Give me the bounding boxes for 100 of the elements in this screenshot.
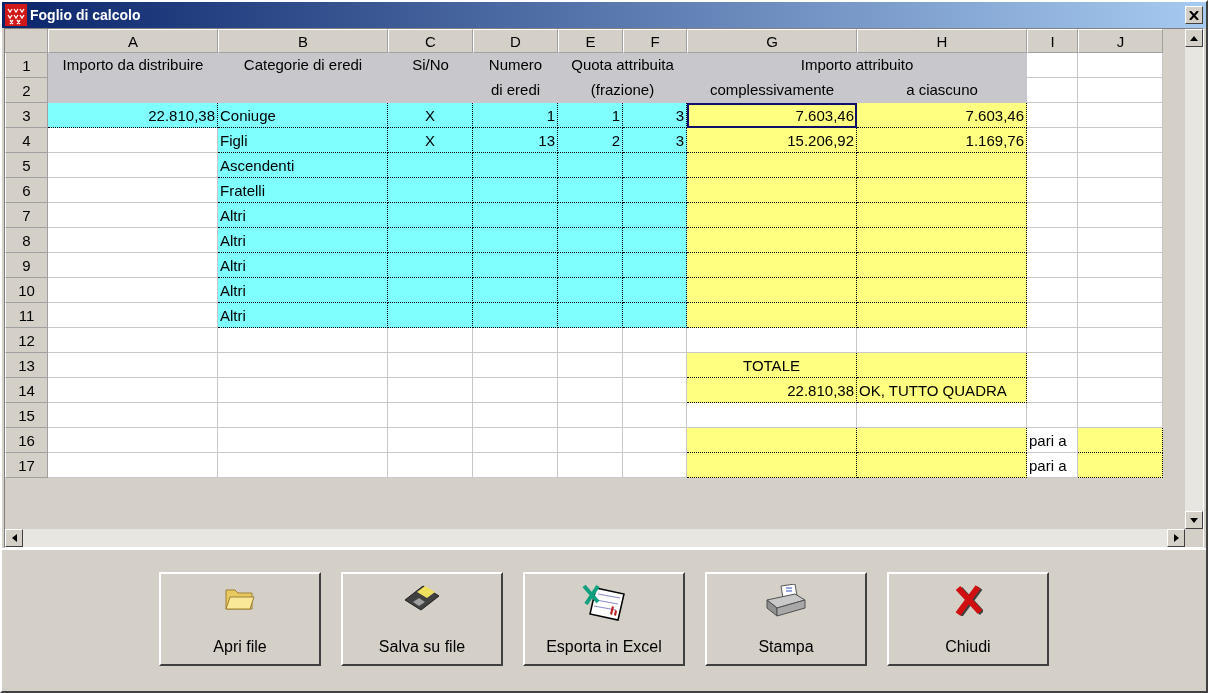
- scroll-down-button[interactable]: [1185, 511, 1203, 529]
- table-cell[interactable]: Numero: [473, 53, 558, 78]
- table-cell[interactable]: 1: [558, 103, 623, 128]
- table-cell[interactable]: [388, 253, 473, 278]
- table-cell[interactable]: [623, 203, 687, 228]
- row-header[interactable]: 4: [5, 128, 48, 153]
- column-header[interactable]: B: [218, 29, 388, 53]
- table-cell[interactable]: [687, 453, 857, 478]
- table-cell[interactable]: [473, 203, 558, 228]
- table-cell[interactable]: 22.810,38: [48, 103, 218, 128]
- row-header[interactable]: 2: [5, 78, 48, 103]
- table-cell[interactable]: (frazione): [558, 78, 687, 103]
- table-cell[interactable]: Importo attribuito: [687, 53, 1027, 78]
- table-cell[interactable]: [687, 303, 857, 328]
- table-cell[interactable]: 1: [473, 103, 558, 128]
- row-header[interactable]: 11: [5, 303, 48, 328]
- table-cell[interactable]: [857, 153, 1027, 178]
- table-cell[interactable]: [473, 253, 558, 278]
- table-cell[interactable]: [558, 253, 623, 278]
- table-cell[interactable]: [623, 228, 687, 253]
- table-cell[interactable]: [388, 178, 473, 203]
- row-header[interactable]: 13: [5, 353, 48, 378]
- table-cell[interactable]: [857, 428, 1027, 453]
- table-cell[interactable]: [388, 203, 473, 228]
- table-cell[interactable]: di eredi: [473, 78, 558, 103]
- table-cell[interactable]: Altri: [218, 278, 388, 303]
- table-cell[interactable]: [623, 178, 687, 203]
- table-cell[interactable]: [857, 203, 1027, 228]
- table-cell[interactable]: [857, 303, 1027, 328]
- table-cell[interactable]: complessivamente: [687, 78, 857, 103]
- column-header[interactable]: E: [558, 29, 623, 53]
- table-cell[interactable]: TOTALE: [687, 353, 857, 378]
- row-header[interactable]: 16: [5, 428, 48, 453]
- scroll-left-button[interactable]: [5, 529, 23, 547]
- table-cell[interactable]: [857, 353, 1027, 378]
- toolbar-button[interactable]: Chiudi: [887, 571, 1049, 666]
- table-cell[interactable]: OK, TUTTO QUADRA: [857, 378, 1027, 403]
- table-cell[interactable]: 2: [558, 128, 623, 153]
- column-header[interactable]: F: [623, 29, 687, 53]
- toolbar-button[interactable]: Esporta in Excel: [523, 571, 685, 666]
- row-header[interactable]: 8: [5, 228, 48, 253]
- column-header[interactable]: G: [687, 29, 857, 53]
- table-cell[interactable]: 15.206,92: [687, 128, 857, 153]
- table-cell[interactable]: Importo da distribuire: [48, 53, 218, 78]
- table-cell[interactable]: Fratelli: [218, 178, 388, 203]
- row-header[interactable]: 7: [5, 203, 48, 228]
- table-cell[interactable]: [1078, 453, 1163, 478]
- row-header[interactable]: 1: [5, 53, 48, 78]
- table-cell[interactable]: [473, 228, 558, 253]
- table-cell[interactable]: [473, 278, 558, 303]
- table-cell[interactable]: Altri: [218, 303, 388, 328]
- scroll-up-button[interactable]: [1185, 29, 1203, 47]
- table-cell[interactable]: X: [388, 103, 473, 128]
- table-cell[interactable]: [857, 278, 1027, 303]
- table-cell[interactable]: [623, 278, 687, 303]
- table-cell[interactable]: [623, 253, 687, 278]
- table-cell[interactable]: [687, 253, 857, 278]
- table-cell[interactable]: pari a: [1027, 428, 1078, 453]
- table-cell[interactable]: [558, 153, 623, 178]
- table-cell[interactable]: [687, 203, 857, 228]
- row-header[interactable]: 9: [5, 253, 48, 278]
- row-header[interactable]: 3: [5, 103, 48, 128]
- table-cell[interactable]: [473, 178, 558, 203]
- column-header[interactable]: D: [473, 29, 558, 53]
- table-cell[interactable]: [1078, 428, 1163, 453]
- table-cell[interactable]: [388, 228, 473, 253]
- row-header[interactable]: 14: [5, 378, 48, 403]
- row-header[interactable]: 15: [5, 403, 48, 428]
- table-cell[interactable]: Coniuge: [218, 103, 388, 128]
- table-cell[interactable]: [473, 153, 558, 178]
- column-header[interactable]: J: [1078, 29, 1163, 53]
- column-header[interactable]: H: [857, 29, 1027, 53]
- table-cell[interactable]: Altri: [218, 253, 388, 278]
- column-header[interactable]: I: [1027, 29, 1078, 53]
- row-header[interactable]: 17: [5, 453, 48, 478]
- row-header[interactable]: 10: [5, 278, 48, 303]
- table-cell[interactable]: [623, 153, 687, 178]
- table-cell[interactable]: Quota attribuita: [558, 53, 687, 78]
- table-cell[interactable]: [857, 178, 1027, 203]
- table-cell[interactable]: Categorie di eredi: [218, 53, 388, 78]
- table-cell[interactable]: [388, 278, 473, 303]
- table-cell[interactable]: [687, 278, 857, 303]
- scroll-right-button[interactable]: [1167, 529, 1185, 547]
- table-cell[interactable]: Altri: [218, 203, 388, 228]
- toolbar-button[interactable]: Stampa: [705, 571, 867, 666]
- table-cell[interactable]: pari a: [1027, 453, 1078, 478]
- table-cell[interactable]: [473, 303, 558, 328]
- vertical-scrollbar[interactable]: [1185, 29, 1203, 529]
- table-cell[interactable]: 7.603,46: [857, 103, 1027, 128]
- table-cell[interactable]: 7.603,46: [687, 103, 857, 128]
- column-header[interactable]: C: [388, 29, 473, 53]
- table-cell[interactable]: a ciascuno: [857, 78, 1027, 103]
- row-header[interactable]: 5: [5, 153, 48, 178]
- table-cell[interactable]: [558, 278, 623, 303]
- table-cell[interactable]: [687, 178, 857, 203]
- table-cell[interactable]: [623, 303, 687, 328]
- table-cell[interactable]: 3: [623, 103, 687, 128]
- table-cell[interactable]: Si/No: [388, 53, 473, 78]
- table-cell[interactable]: [558, 228, 623, 253]
- table-cell[interactable]: [558, 178, 623, 203]
